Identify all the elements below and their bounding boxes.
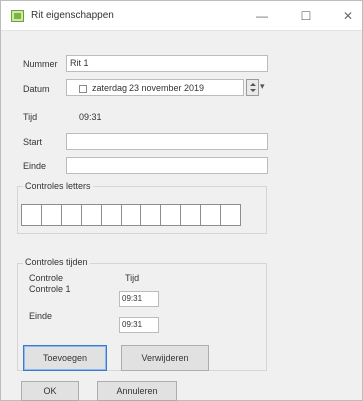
nummer-field[interactable]: Rit 1 bbox=[66, 55, 268, 72]
datum-checkbox[interactable] bbox=[79, 85, 87, 93]
tijd-label: Tijd bbox=[23, 112, 38, 122]
letter-cell[interactable] bbox=[201, 205, 222, 225]
letter-cell[interactable] bbox=[141, 205, 162, 225]
tijd-column-header: Tijd bbox=[125, 273, 140, 283]
letter-cell[interactable] bbox=[122, 205, 142, 225]
controle-1-label: Controle 1 bbox=[29, 284, 71, 294]
datum-label: Datum bbox=[23, 84, 50, 94]
window-title: Rit eigenschappen bbox=[31, 10, 114, 21]
datum-spinner[interactable] bbox=[246, 79, 259, 96]
minimize-button[interactable]: — bbox=[247, 7, 277, 25]
controle-column-header: Controle bbox=[29, 273, 64, 283]
controle-1-time-field[interactable]: 09:31 bbox=[119, 291, 159, 307]
maximize-button[interactable]: ☐ bbox=[291, 7, 321, 25]
einde-field[interactable] bbox=[66, 157, 268, 174]
letter-cell[interactable] bbox=[161, 205, 182, 225]
datum-date-text: 23 november 2019 bbox=[129, 83, 205, 93]
dialog-window: Rit eigenschappen — ☐ ✕ Nummer Rit 1 Dat… bbox=[0, 0, 363, 401]
start-label: Start bbox=[23, 137, 43, 147]
letter-cell[interactable] bbox=[102, 205, 122, 225]
nummer-label: Nummer bbox=[23, 59, 58, 69]
annuleren-button[interactable]: Annuleren bbox=[97, 381, 177, 401]
controles-tijden-title: Controles tijden bbox=[23, 257, 90, 267]
datum-day-text: zaterdag bbox=[92, 83, 128, 93]
letter-cell[interactable] bbox=[22, 205, 42, 225]
letter-cell[interactable] bbox=[62, 205, 82, 225]
app-icon bbox=[11, 10, 24, 22]
letter-cell[interactable] bbox=[42, 205, 62, 225]
toevoegen-button[interactable]: Toevoegen bbox=[23, 345, 107, 371]
letter-cell[interactable] bbox=[181, 205, 202, 225]
title-bar[interactable]: Rit eigenschappen — ☐ ✕ bbox=[1, 1, 362, 31]
tijd-value: 09:31 bbox=[79, 112, 102, 122]
close-button[interactable]: ✕ bbox=[333, 7, 363, 25]
ok-button[interactable]: OK bbox=[21, 381, 79, 401]
letter-cell[interactable] bbox=[82, 205, 102, 225]
einde-row-label: Einde bbox=[29, 311, 53, 321]
letters-grid[interactable] bbox=[21, 204, 241, 226]
start-field[interactable] bbox=[66, 133, 268, 150]
verwijderen-button[interactable]: Verwijderen bbox=[121, 345, 209, 371]
controles-letters-title: Controles letters bbox=[23, 181, 93, 191]
einde-label: Einde bbox=[23, 161, 47, 171]
chevron-down-icon[interactable]: ▾ bbox=[260, 81, 265, 92]
letter-cell[interactable] bbox=[221, 205, 240, 225]
einde-time-field[interactable]: 09:31 bbox=[119, 317, 159, 333]
